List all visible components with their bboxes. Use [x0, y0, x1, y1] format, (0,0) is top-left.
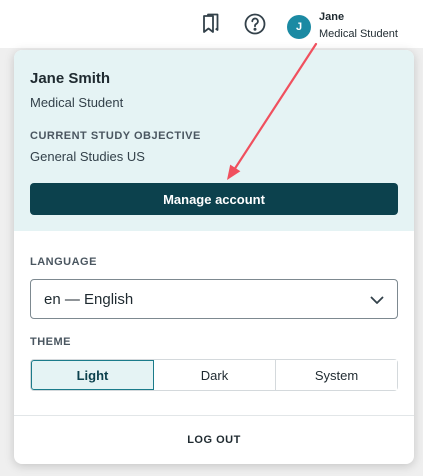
study-objective-value: General Studies US	[30, 149, 145, 164]
theme-option-dark[interactable]: Dark	[154, 360, 276, 390]
theme-toggle-group: Light Dark System	[30, 359, 398, 391]
logout-button[interactable]: LOG OUT	[14, 416, 414, 464]
chevron-down-icon	[370, 296, 384, 304]
theme-option-light[interactable]: Light	[31, 360, 154, 390]
language-select[interactable]: en — English	[30, 279, 398, 319]
bookmarks-icon[interactable]	[199, 12, 223, 36]
top-bar: J Jane Medical Student	[0, 0, 423, 48]
account-menu: Jane Smith Medical Student CURRENT STUDY…	[14, 50, 414, 464]
profile-section: Jane Smith Medical Student CURRENT STUDY…	[14, 50, 414, 231]
theme-label: THEME	[30, 336, 71, 348]
manage-account-button[interactable]: Manage account	[30, 183, 398, 215]
language-selected-value: en — English	[44, 290, 134, 308]
profile-role: Medical Student	[30, 95, 124, 110]
help-icon[interactable]	[243, 12, 267, 36]
avatar[interactable]: J	[287, 15, 311, 39]
language-label: LANGUAGE	[30, 256, 97, 268]
study-objective-label: CURRENT STUDY OBJECTIVE	[30, 130, 201, 142]
theme-option-system[interactable]: System	[276, 360, 397, 390]
user-name[interactable]: Jane	[319, 11, 344, 23]
user-role[interactable]: Medical Student	[319, 28, 398, 40]
profile-name: Jane Smith	[30, 70, 111, 87]
